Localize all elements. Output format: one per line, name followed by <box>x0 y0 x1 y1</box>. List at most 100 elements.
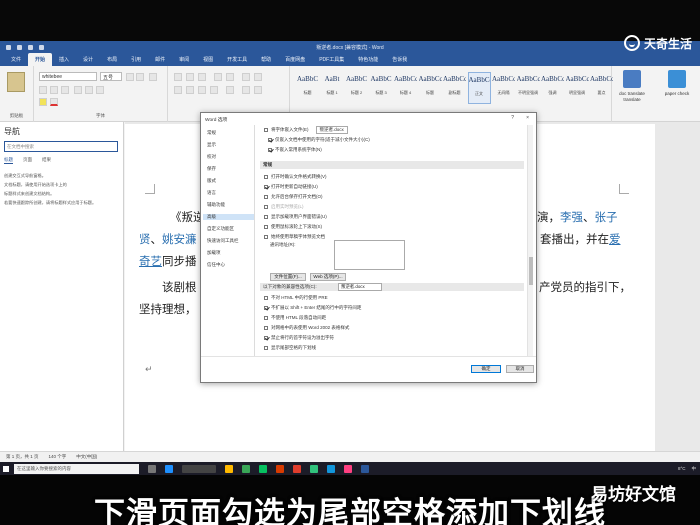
update-links-option[interactable]: 打开时更新自动链接(U) <box>264 184 318 190</box>
style-item[interactable]: AaBbC 标题 3 <box>370 72 393 104</box>
subscript-icon[interactable] <box>85 86 93 94</box>
options-nav-typography[interactable]: 版式 <box>207 178 216 184</box>
nav-tab-headings[interactable]: 标题 <box>4 157 13 164</box>
status-page[interactable]: 第 1 页，共 1 页 <box>6 454 39 460</box>
clear-format-icon[interactable] <box>149 73 157 81</box>
nav-search-input[interactable]: 在文档中搜索 <box>4 141 118 152</box>
app-red-icon[interactable] <box>293 464 301 473</box>
tab-mailings[interactable]: 邮件 <box>148 53 172 66</box>
mouse-wheel-checkbox[interactable] <box>264 225 268 229</box>
tab-view[interactable]: 视图 <box>196 53 220 66</box>
wps-icon[interactable] <box>276 464 284 473</box>
style-item[interactable]: AaBbCcI 明显强调 <box>566 72 589 104</box>
addin-errors-option[interactable]: 显示加载项用户界面错误(U) <box>264 214 327 220</box>
draft-font-checkbox[interactable] <box>264 235 268 239</box>
style-item[interactable]: AaBbCcI 副标题 <box>443 72 466 104</box>
tab-features[interactable]: 特色功能 <box>351 53 385 66</box>
nav-tab-pages[interactable]: 页面 <box>23 157 32 164</box>
compat-overflow-option[interactable]: 禁止将行的首字符设为溢出字符 <box>264 335 334 341</box>
input-language[interactable]: 中 <box>692 466 697 472</box>
weather-temperature[interactable]: 8°C <box>678 466 686 471</box>
draft-font-option[interactable]: 始终使用草稿字体预览文档 <box>264 234 325 240</box>
compat-word2002-option[interactable]: 对网格中的表使用 Word 2002 表格样式 <box>264 325 349 331</box>
font-color-icon[interactable] <box>50 98 58 106</box>
style-item[interactable]: AaBt 标题 1 <box>321 72 344 104</box>
align-center-icon[interactable] <box>186 86 194 94</box>
style-item[interactable]: AaBbCcI 要点 <box>590 72 613 104</box>
mailing-address-input[interactable] <box>334 240 405 270</box>
compat-html-spacing-checkbox[interactable] <box>264 316 268 320</box>
mouse-wheel-option[interactable]: 使用鼠标滚轮上下滚动(S) <box>264 224 322 230</box>
tab-help[interactable]: 帮助 <box>254 53 278 66</box>
style-item[interactable]: AaBbCcI 标题 4 <box>394 72 417 104</box>
no-common-fonts-checkbox[interactable] <box>268 148 272 152</box>
tab-home[interactable]: 开始 <box>28 53 53 66</box>
options-nav-addins[interactable]: 加载项 <box>207 250 221 256</box>
close-icon[interactable]: × <box>526 115 529 121</box>
options-nav-language[interactable]: 语言 <box>207 190 216 196</box>
options-scrollbar[interactable] <box>527 125 533 357</box>
start-button[interactable] <box>0 462 12 475</box>
options-nav-save[interactable]: 保存 <box>207 166 216 172</box>
compat-shift-enter-option[interactable]: 不扩展以 Shift + Enter 结尾的行中的字符间距 <box>264 305 361 311</box>
tab-developer[interactable]: 开发工具 <box>220 53 254 66</box>
taskbar-search-input[interactable]: 在这里输入你要搜索的内容 <box>14 463 139 474</box>
file-explorer-icon[interactable] <box>225 464 233 473</box>
compat-doc-select[interactable]: 叛逆者.docx <box>338 283 382 291</box>
tab-layout[interactable]: 布局 <box>100 53 124 66</box>
status-language[interactable]: 中文(中国) <box>76 454 97 460</box>
shading-icon[interactable] <box>242 86 250 94</box>
options-nav-accessibility[interactable]: 辅助功能 <box>207 202 225 208</box>
embed-used-chars-checkbox[interactable] <box>268 138 272 142</box>
addin-errors-checkbox[interactable] <box>264 215 268 219</box>
embed-used-chars-option[interactable]: 仅嵌入文档中使用的字符(适于减小文件大小)(C) <box>268 137 370 143</box>
italic-icon[interactable] <box>50 86 58 94</box>
style-item[interactable]: AaBbCcD 标题 <box>419 72 442 104</box>
compat-trailing-space-underline-checkbox[interactable] <box>264 346 268 350</box>
font-name-select[interactable]: whitebee <box>39 72 97 81</box>
file-locations-button[interactable]: 文件位置(F)... <box>270 273 306 281</box>
edge-icon[interactable] <box>165 464 173 473</box>
options-nav-advanced[interactable]: 高级 <box>203 214 254 220</box>
app-pink-icon[interactable] <box>344 464 352 473</box>
shrink-font-icon[interactable] <box>136 73 144 81</box>
paste-icon[interactable] <box>7 72 25 92</box>
options-nav-proofing[interactable]: 校对 <box>207 154 216 160</box>
multilevel-list-icon[interactable] <box>198 73 206 81</box>
no-common-fonts-option[interactable]: 不嵌入常用系统字体(N) <box>268 147 322 153</box>
options-nav-display[interactable]: 显示 <box>207 142 216 148</box>
style-item[interactable]: AaBbCcI 强调 <box>541 72 564 104</box>
taskbar-address-field[interactable] <box>182 464 216 473</box>
compat-pre-checkbox[interactable] <box>264 296 268 300</box>
confirm-format-option[interactable]: 打开时确认文件格式转换(V) <box>264 174 327 180</box>
strikethrough-icon[interactable] <box>74 86 82 94</box>
style-item[interactable]: AaBbCcD 无间隔 <box>492 72 515 104</box>
word-taskbar-icon[interactable] <box>361 464 369 473</box>
embed-fonts-option[interactable]: 将字体嵌入文件(E) 叛逆者.docx <box>264 126 348 134</box>
align-right-icon[interactable] <box>198 86 206 94</box>
tab-tell-me[interactable]: 告诉我 <box>385 53 414 66</box>
style-item[interactable]: AaBbCcD 不明显强调 <box>517 72 540 104</box>
help-icon[interactable]: ? <box>511 115 514 121</box>
embed-fonts-checkbox[interactable] <box>264 128 268 132</box>
superscript-icon[interactable] <box>96 86 104 94</box>
chrome-icon[interactable] <box>242 464 250 473</box>
options-nav-general[interactable]: 常规 <box>207 130 216 136</box>
compat-overflow-checkbox[interactable] <box>264 336 268 340</box>
app-blue-icon[interactable] <box>327 464 335 473</box>
compat-shift-enter-checkbox[interactable] <box>264 306 268 310</box>
background-save-checkbox[interactable] <box>264 195 268 199</box>
background-save-option[interactable]: 允许后台保存打开文档(O) <box>264 194 323 200</box>
style-item[interactable]: AaBbCcI 正文 <box>467 72 491 104</box>
tab-file[interactable]: 文件 <box>4 53 28 66</box>
numbering-icon[interactable] <box>186 73 194 81</box>
options-nav-customize-ribbon[interactable]: 自定义功能区 <box>207 226 234 232</box>
paper-check-icon[interactable] <box>668 70 686 88</box>
embed-fonts-doc-select[interactable]: 叛逆者.docx <box>315 126 348 134</box>
tab-review[interactable]: 审阅 <box>172 53 196 66</box>
bullets-icon[interactable] <box>174 73 182 81</box>
grow-font-icon[interactable] <box>126 73 134 81</box>
status-words[interactable]: 140 个字 <box>49 454 67 460</box>
style-item[interactable]: AaBbC 标题 <box>296 72 319 104</box>
justify-icon[interactable] <box>210 86 218 94</box>
